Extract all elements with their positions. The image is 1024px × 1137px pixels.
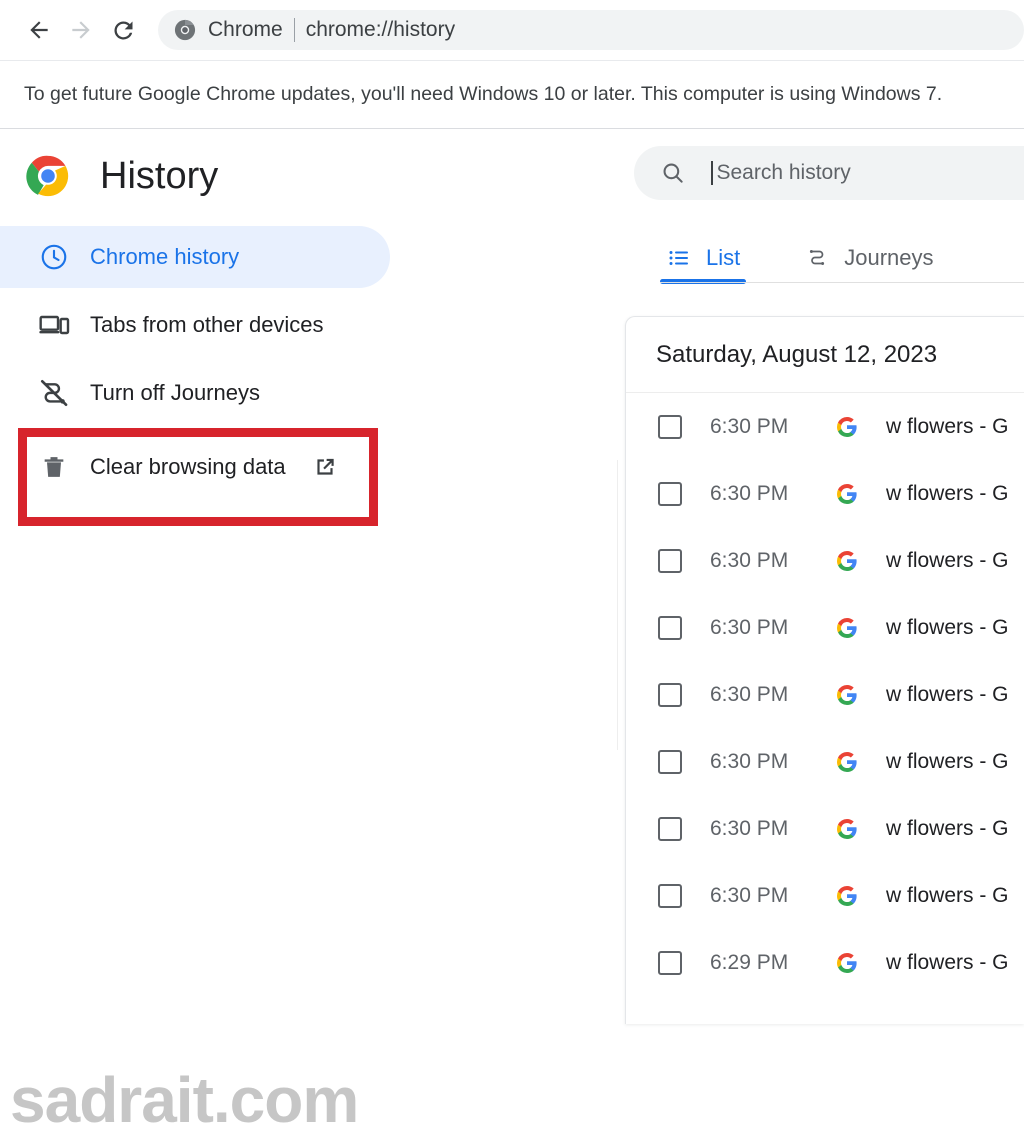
row-time: 6:30 PM	[710, 615, 789, 639]
google-g-icon	[834, 481, 860, 507]
google-g-icon	[834, 548, 860, 574]
google-g-icon	[834, 414, 860, 440]
row-checkbox[interactable]	[658, 816, 682, 841]
history-header: History	[0, 130, 620, 222]
tab-label: List	[706, 245, 741, 270]
sidebar-item-label: Clear browsing data	[90, 454, 286, 479]
sidebar-item-clear-browsing-data[interactable]: Clear browsing data	[0, 436, 620, 498]
google-g-icon	[834, 749, 860, 775]
sidebar-item-label: Tabs from other devices	[90, 312, 324, 337]
watermark-text: sadrait.com	[10, 1064, 359, 1136]
row-time: 6:30 PM	[710, 481, 789, 505]
row-title: w flowers - G	[886, 883, 1009, 907]
history-page: History Chrome history Tabs from other d…	[0, 130, 1024, 1136]
table-row[interactable]: 6:30 PM w flowers - G	[626, 862, 1024, 929]
table-row[interactable]: 6:30 PM w flowers - G	[626, 661, 1024, 728]
view-tab-bar: List Journeys	[660, 228, 940, 284]
row-checkbox[interactable]	[658, 615, 682, 640]
omnibox-divider	[293, 18, 295, 42]
table-row[interactable]: 6:30 PM w flowers - G	[626, 527, 1024, 594]
history-date-header: Saturday, August 12, 2023	[626, 317, 1024, 393]
table-row[interactable]: 6:30 PM w flowers - G	[626, 795, 1024, 862]
journeys-icon	[804, 245, 830, 271]
row-checkbox[interactable]	[658, 481, 682, 506]
devices-icon	[34, 309, 74, 341]
sidebar-item-turn-off-journeys[interactable]: Turn off Journeys	[0, 362, 620, 424]
update-notification-bar: To get future Google Chrome updates, you…	[0, 60, 1024, 129]
journeys-off-icon	[34, 377, 74, 409]
row-title: w flowers - G	[886, 950, 1009, 974]
row-checkbox[interactable]	[658, 414, 682, 439]
clock-icon	[34, 242, 74, 272]
forward-button[interactable]	[60, 9, 102, 51]
search-icon	[660, 160, 686, 186]
text-caret	[711, 161, 713, 185]
tab-label: Journeys	[844, 245, 934, 270]
tab-list[interactable]: List	[660, 232, 747, 284]
list-icon	[666, 245, 692, 271]
forward-arrow-icon	[68, 17, 94, 43]
table-row[interactable]: 6:30 PM w flowers - G	[626, 728, 1024, 795]
google-g-icon	[834, 950, 860, 976]
history-date-text: Saturday, August 12, 2023	[656, 340, 938, 368]
omnibox-app-name: Chrome	[208, 18, 283, 41]
trash-icon	[34, 453, 74, 481]
table-row[interactable]: 6:30 PM w flowers - G	[626, 594, 1024, 661]
back-button[interactable]	[18, 9, 60, 51]
update-notification-text: To get future Google Chrome updates, you…	[24, 83, 943, 105]
row-checkbox[interactable]	[658, 548, 682, 573]
tab-journeys[interactable]: Journeys	[798, 232, 939, 284]
page-title: History	[100, 154, 219, 197]
reload-button[interactable]	[102, 9, 144, 51]
row-time: 6:30 PM	[710, 816, 789, 840]
google-g-icon	[834, 682, 860, 708]
sidebar: History Chrome history Tabs from other d…	[0, 130, 620, 1136]
tab-bar-baseline	[660, 282, 1024, 283]
chrome-logo-icon	[26, 154, 70, 198]
chrome-logo-icon	[174, 19, 196, 41]
sidebar-item-label: Chrome history	[90, 244, 240, 269]
row-title: w flowers - G	[886, 682, 1009, 706]
row-title: w flowers - G	[886, 548, 1009, 572]
row-checkbox[interactable]	[658, 883, 682, 908]
browser-toolbar: Chrome chrome://history	[0, 0, 1024, 60]
row-checkbox[interactable]	[658, 682, 682, 707]
row-time: 6:30 PM	[710, 414, 789, 438]
table-row[interactable]: 6:30 PM w flowers - G	[626, 393, 1024, 460]
row-time: 6:29 PM	[710, 950, 789, 974]
row-title: w flowers - G	[886, 481, 1009, 505]
row-time: 6:30 PM	[710, 883, 789, 907]
row-checkbox[interactable]	[658, 950, 682, 975]
google-g-icon	[834, 816, 860, 842]
external-link-icon[interactable]	[312, 454, 338, 480]
table-row[interactable]: 6:30 PM w flowers - G	[626, 460, 1024, 527]
history-list-card: Saturday, August 12, 2023 6:30 PM w flow…	[625, 316, 1024, 1024]
row-title: w flowers - G	[886, 414, 1009, 438]
google-g-icon	[834, 883, 860, 909]
row-time: 6:30 PM	[710, 682, 789, 706]
address-bar[interactable]: Chrome chrome://history	[158, 10, 1024, 50]
row-title: w flowers - G	[886, 749, 1009, 773]
row-time: 6:30 PM	[710, 749, 789, 773]
google-g-icon	[834, 615, 860, 641]
omnibox-url-text: chrome://history	[305, 18, 456, 41]
reload-icon	[110, 17, 137, 44]
table-row[interactable]: 6:29 PM w flowers - G	[626, 929, 1024, 996]
search-placeholder: Search history	[716, 161, 851, 184]
search-history-field[interactable]: Search history	[634, 146, 1024, 200]
sidebar-item-label: Turn off Journeys	[90, 380, 260, 405]
row-checkbox[interactable]	[658, 749, 682, 774]
main-content: Search history List Journeys Saturday, A…	[620, 130, 1024, 1024]
row-time: 6:30 PM	[710, 548, 789, 572]
sidebar-item-chrome-history[interactable]: Chrome history	[0, 226, 390, 288]
sidebar-item-tabs-from-other-devices[interactable]: Tabs from other devices	[0, 294, 620, 356]
row-title: w flowers - G	[886, 615, 1009, 639]
back-arrow-icon	[26, 17, 52, 43]
row-title: w flowers - G	[886, 816, 1009, 840]
